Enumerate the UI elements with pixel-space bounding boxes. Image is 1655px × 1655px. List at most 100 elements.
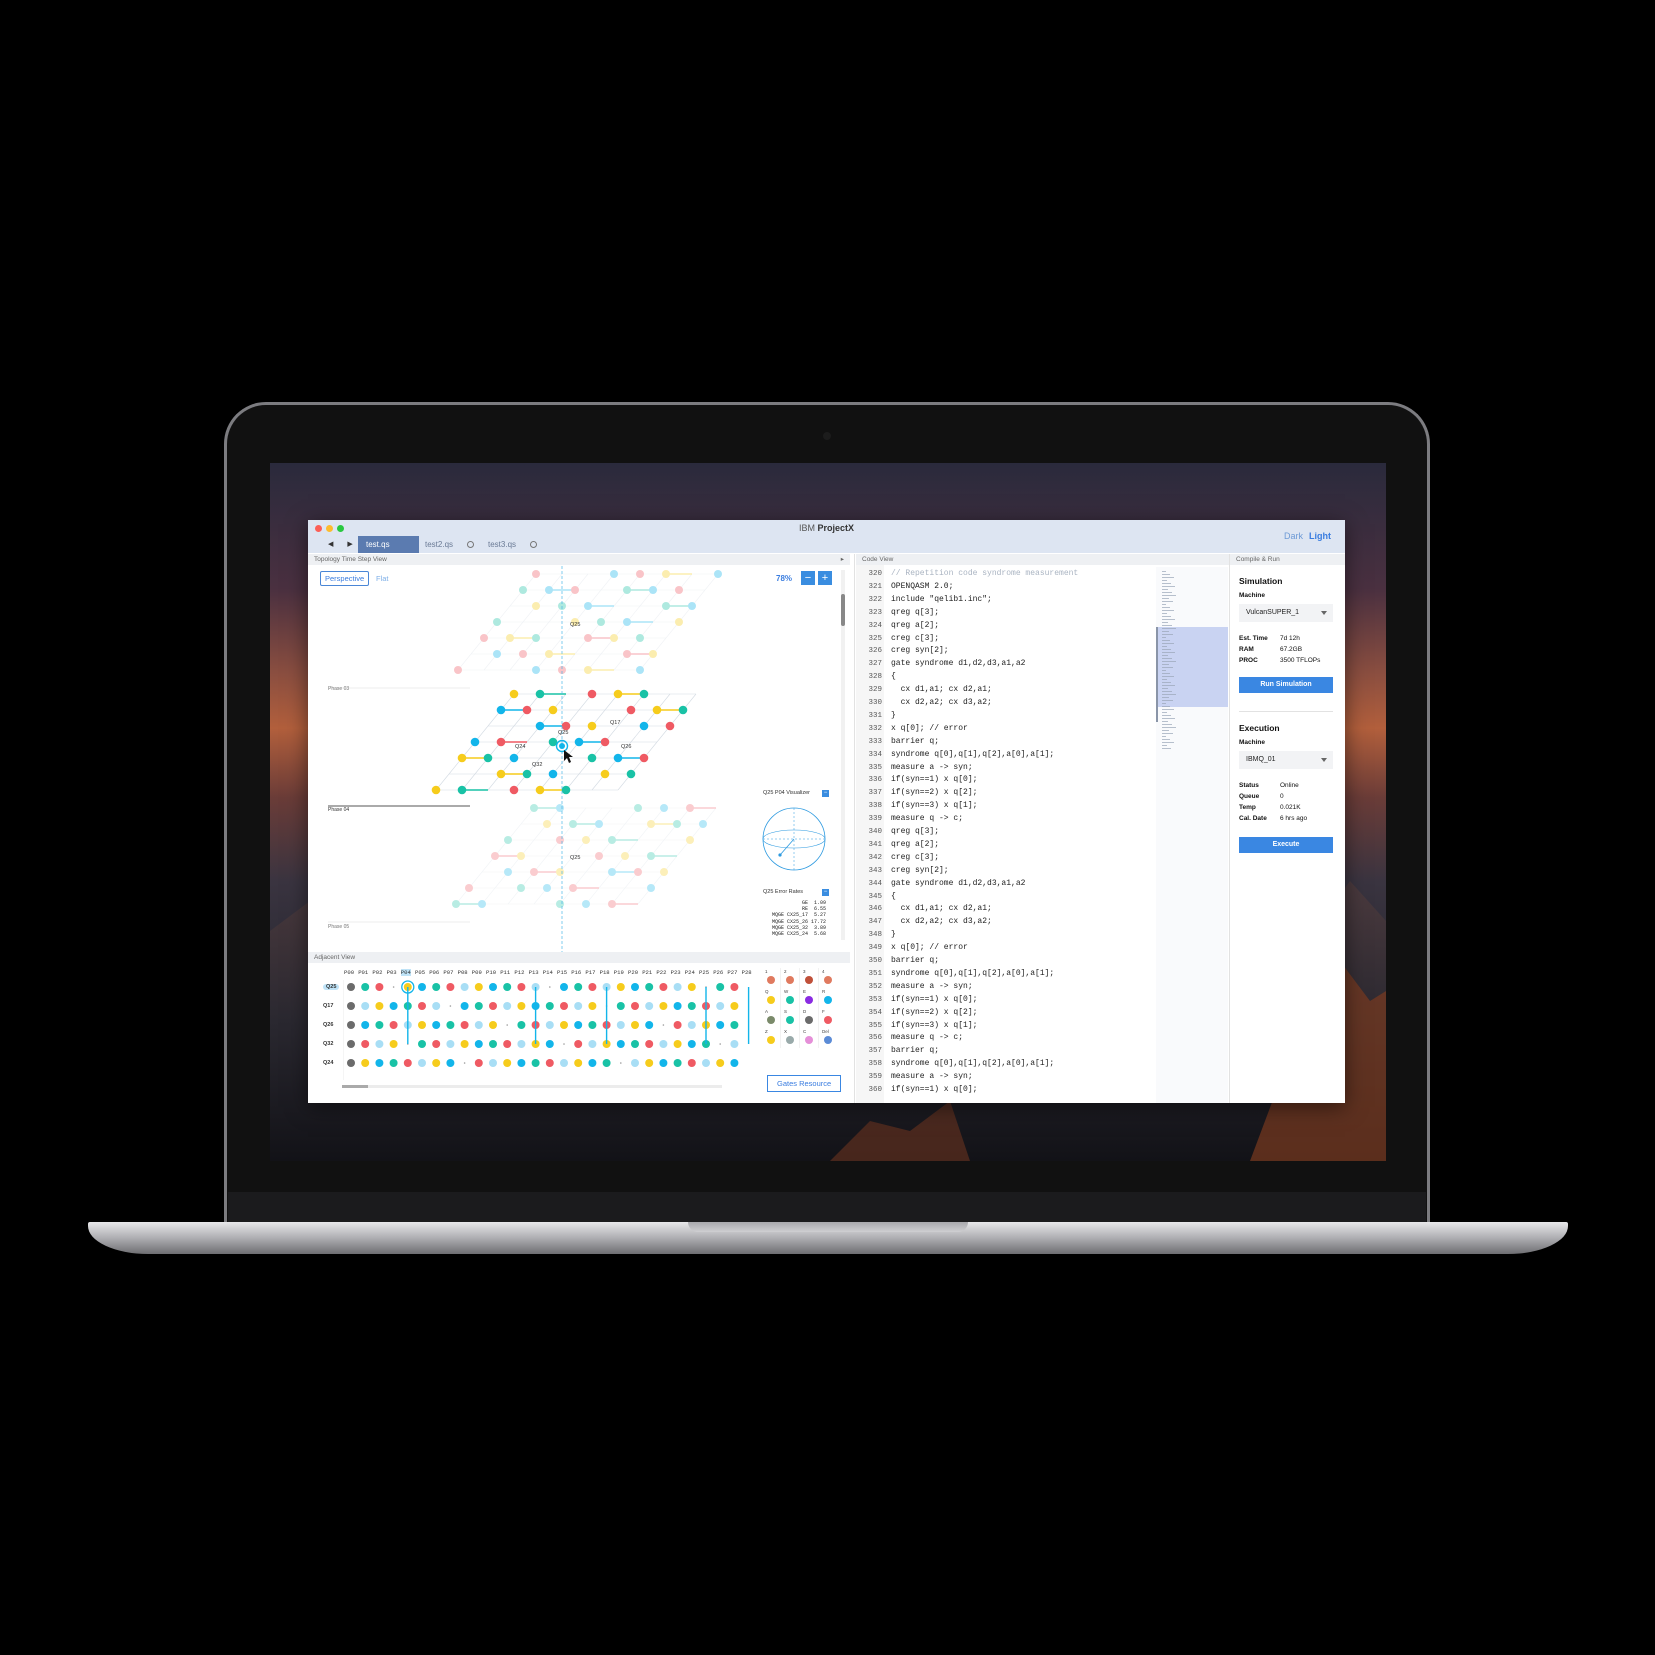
phase-header[interactable]: P02 xyxy=(372,969,382,976)
code-line[interactable]: creg c[3]; xyxy=(891,852,939,865)
phase-header[interactable]: P23 xyxy=(671,969,681,976)
code-line[interactable]: barrier q; xyxy=(891,736,939,749)
phase-header[interactable]: P19 xyxy=(614,969,624,976)
code-line[interactable]: if(syn==1) x q[0]; xyxy=(891,994,977,1007)
code-line[interactable]: x q[0]; // error xyxy=(891,723,968,736)
phase-header[interactable]: P09 xyxy=(472,969,482,976)
line-number: 334 xyxy=(868,750,882,759)
phase-header[interactable]: P16 xyxy=(571,969,581,976)
phase-header[interactable]: P03 xyxy=(387,969,397,976)
code-line[interactable]: cx d1,a1; cx d2,a1; xyxy=(891,903,992,916)
error-rates-collapse-button[interactable]: − xyxy=(822,889,829,896)
code-line[interactable]: } xyxy=(891,929,896,942)
phase-header[interactable]: P06 xyxy=(429,969,439,976)
phase-header[interactable]: P28 xyxy=(742,969,752,976)
phase-header[interactable]: P15 xyxy=(557,969,567,976)
code-line[interactable]: qreg q[3]; xyxy=(891,826,939,839)
gates-resource-button[interactable]: Gates Resource xyxy=(767,1075,842,1092)
code-line[interactable]: if(syn==3) x q[1]; xyxy=(891,1020,977,1033)
phase-header[interactable]: P20 xyxy=(628,969,638,976)
code-line[interactable]: // Repetition code syndrome measurement xyxy=(891,568,1078,581)
code-line[interactable]: syndrome q[0],q[1],q[2],a[0],a[1]; xyxy=(891,749,1054,762)
theme-light-option[interactable]: Light xyxy=(1309,531,1331,541)
gate-node xyxy=(659,1002,668,1010)
code-line[interactable]: measure a -> syn; xyxy=(891,1071,973,1084)
topology-scrollbar-thumb[interactable] xyxy=(841,594,845,626)
nav-arrows[interactable]: ◀ ▶ xyxy=(328,540,359,548)
code-line[interactable]: if(syn==1) x q[0]; xyxy=(891,1084,977,1097)
phase-header[interactable]: P25 xyxy=(699,969,709,976)
visualizer-collapse-button[interactable]: − xyxy=(822,790,829,797)
code-line[interactable]: if(syn==3) x q[1]; xyxy=(891,800,977,813)
phase-header[interactable]: P22 xyxy=(656,969,666,976)
code-line[interactable]: syndrome q[0],q[1],q[2],a[0],a[1]; xyxy=(891,968,1054,981)
phase-header[interactable]: P27 xyxy=(727,969,737,976)
code-line[interactable]: qreg a[2]; xyxy=(891,620,939,633)
code-line[interactable]: OPENQASM 2.0; xyxy=(891,581,953,594)
tab-test-qs[interactable]: test.qs xyxy=(358,536,419,566)
code-line[interactable]: qreg a[2]; xyxy=(891,839,939,852)
adjacent-scrollbar-thumb[interactable] xyxy=(342,1085,368,1088)
phase-header[interactable]: P24 xyxy=(685,969,695,976)
phase-header[interactable]: P05 xyxy=(415,969,425,976)
phase-header[interactable]: P01 xyxy=(358,969,368,976)
phase-header[interactable]: P12 xyxy=(514,969,524,976)
code-line[interactable]: x q[0]; // error xyxy=(891,942,968,955)
code-line[interactable]: } xyxy=(891,710,896,723)
code-line[interactable]: cx d2,a2; cx d3,a2; xyxy=(891,916,992,929)
code-minimap[interactable] xyxy=(1156,567,1228,1103)
code-line[interactable]: syndrome q[0],q[1],q[2],a[0],a[1]; xyxy=(891,1058,1054,1071)
theme-dark-option[interactable]: Dark xyxy=(1284,531,1303,541)
phase-header[interactable]: P07 xyxy=(443,969,453,976)
phase-header[interactable]: P21 xyxy=(642,969,652,976)
phase-header[interactable]: P13 xyxy=(529,969,539,976)
code-line[interactable]: if(syn==2) x q[2]; xyxy=(891,1007,977,1020)
code-line[interactable]: include "qelib1.inc"; xyxy=(891,594,992,607)
code-line[interactable]: if(syn==1) x q[0]; xyxy=(891,774,977,787)
phase-header[interactable]: P18 xyxy=(600,969,610,976)
tab-close-circle-icon[interactable] xyxy=(467,541,475,549)
code-line[interactable]: barrier q; xyxy=(891,1045,939,1058)
adjacent-grid[interactable] xyxy=(343,980,755,1080)
qubit-row-label[interactable]: Q26 xyxy=(323,1022,333,1028)
run-simulation-button[interactable]: Run Simulation xyxy=(1239,677,1333,693)
adjacent-scrollbar-track[interactable] xyxy=(342,1085,722,1088)
qubit-row-label[interactable]: Q32 xyxy=(323,1041,333,1047)
code-line[interactable]: if(syn==2) x q[2]; xyxy=(891,787,977,800)
code-line[interactable]: measure a -> syn; xyxy=(891,981,973,994)
phase-header[interactable]: P14 xyxy=(543,969,553,976)
phase-header[interactable]: P17 xyxy=(585,969,595,976)
code-line[interactable]: creg syn[2]; xyxy=(891,645,949,658)
collapse-arrow-icon[interactable]: ▸ xyxy=(841,554,844,565)
code-line[interactable]: barrier q; xyxy=(891,955,939,968)
phase-header[interactable]: P08 xyxy=(458,969,468,976)
qubit-row-label[interactable]: Q25 xyxy=(323,984,340,990)
qubit-row-label[interactable]: Q24 xyxy=(323,1060,333,1066)
code-line[interactable]: creg c[3]; xyxy=(891,633,939,646)
code-line[interactable]: cx d2,a2; cx d3,a2; xyxy=(891,697,992,710)
phase-header[interactable]: P04 xyxy=(400,969,411,976)
topology-3d-view[interactable]: Q25 Q25 Q17 Q24 Q26 Q32 Q25 xyxy=(308,566,838,956)
code-line[interactable]: measure q -> c; xyxy=(891,813,963,826)
code-line[interactable]: cx d1,a1; cx d2,a1; xyxy=(891,684,992,697)
code-line[interactable]: { xyxy=(891,671,896,684)
tab-test2-qs[interactable]: test2.qs xyxy=(417,536,483,553)
code-line[interactable]: gate syndrome d1,d2,d3,a1,a2 xyxy=(891,878,1025,891)
execution-machine-select[interactable]: IBMQ_01 xyxy=(1239,751,1333,769)
execute-button[interactable]: Execute xyxy=(1239,837,1333,853)
qubit-row-label[interactable]: Q17 xyxy=(323,1003,333,1009)
gate-palette[interactable]: 1 2 3 4 Q W E R A S D F Z X C Del xyxy=(762,968,846,1068)
tab-close-circle-icon[interactable] xyxy=(530,541,538,549)
code-line[interactable]: gate syndrome d1,d2,d3,a1,a2 xyxy=(891,658,1025,671)
code-line[interactable]: { xyxy=(891,891,896,904)
phase-header[interactable]: P26 xyxy=(713,969,723,976)
phase-header[interactable]: P10 xyxy=(486,969,496,976)
phase-header[interactable]: P11 xyxy=(500,969,510,976)
code-line[interactable]: measure q -> c; xyxy=(891,1032,963,1045)
code-line[interactable]: creg syn[2]; xyxy=(891,865,949,878)
phase-header[interactable]: P00 xyxy=(344,969,354,976)
simulation-machine-select[interactable]: VulcanSUPER_1 xyxy=(1239,604,1333,622)
tab-test3-qs[interactable]: test3.qs xyxy=(480,536,546,553)
code-line[interactable]: measure a -> syn; xyxy=(891,762,973,775)
code-line[interactable]: qreg q[3]; xyxy=(891,607,939,620)
